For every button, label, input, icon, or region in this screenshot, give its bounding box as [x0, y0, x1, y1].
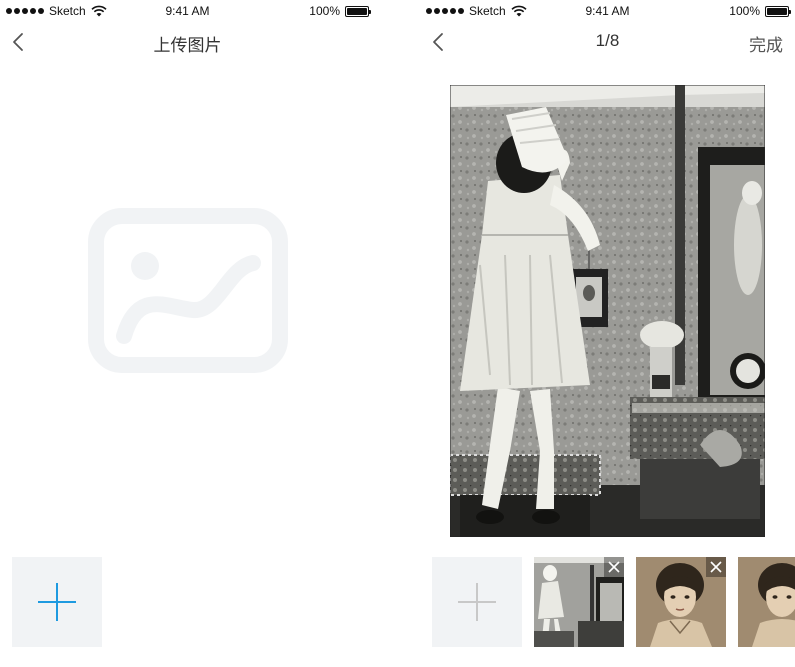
battery-group: 100% — [309, 4, 371, 18]
page-indicator: 1/8 — [595, 31, 620, 50]
preview-screen: Sketch 9:41 AM 100% 1/8 完成 — [420, 0, 795, 667]
photo-image — [450, 85, 765, 537]
thumbnail-3[interactable] — [738, 557, 795, 647]
page-title: 上传图片 — [153, 36, 222, 55]
thumbnail-2[interactable] — [636, 557, 726, 647]
nav-bar: 1/8 完成 — [420, 22, 795, 62]
close-icon[interactable] — [604, 557, 624, 577]
status-bar: Sketch 9:41 AM 100% — [0, 0, 375, 22]
nav-bar: 上传图片 — [0, 22, 375, 62]
plus-icon — [38, 583, 76, 621]
close-icon[interactable] — [706, 557, 726, 577]
done-button[interactable]: 完成 — [749, 31, 783, 56]
upload-screen: Sketch 9:41 AM 100% 上传图片 — [0, 0, 375, 667]
battery-percent: 100% — [309, 4, 340, 18]
battery-group: 100% — [729, 4, 791, 18]
plus-icon — [458, 583, 496, 621]
image-placeholder-icon — [88, 208, 288, 373]
add-photo-button[interactable] — [12, 557, 102, 647]
battery-percent: 100% — [729, 4, 760, 18]
battery-icon — [345, 5, 371, 17]
add-photo-button[interactable] — [432, 557, 522, 647]
status-bar: Sketch 9:41 AM 100% — [420, 0, 795, 22]
main-photo[interactable] — [450, 85, 765, 537]
battery-icon — [765, 5, 791, 17]
thumbnail-1[interactable] — [534, 557, 624, 647]
sepia-portrait-photo-2 — [738, 557, 795, 647]
